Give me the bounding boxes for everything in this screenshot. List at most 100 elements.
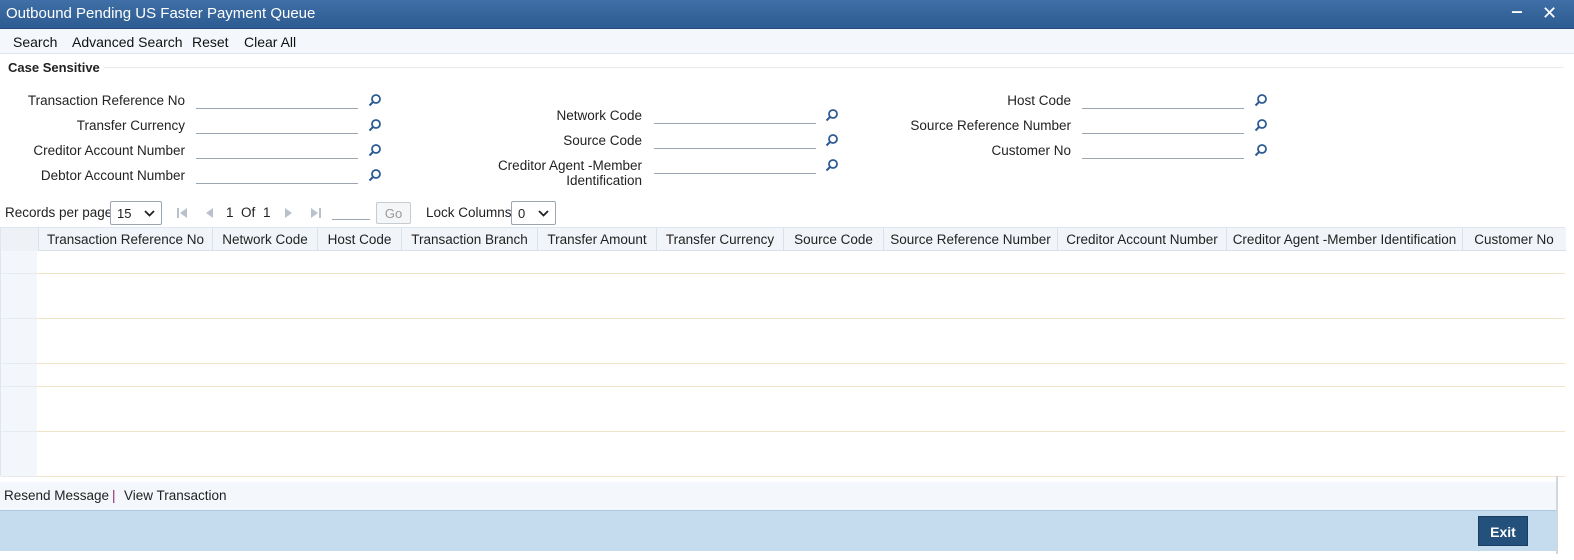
grid-select-all-cell[interactable] (1, 228, 38, 251)
row-selector[interactable] (1, 386, 37, 410)
search-icon[interactable] (825, 108, 839, 122)
column-header[interactable]: Network Code (212, 228, 317, 251)
column-header[interactable]: Transfer Amount (537, 228, 656, 251)
search-icon[interactable] (825, 158, 839, 172)
action-separator: | (112, 488, 116, 503)
source-reference-number-label: Source Reference Number (910, 118, 1071, 133)
table-row[interactable] (37, 341, 1565, 365)
footer-bar (0, 510, 1556, 551)
row-selector[interactable] (1, 409, 37, 433)
creditor-agent-member-identification-label: Creditor Agent -Member Identification (497, 158, 642, 188)
table-row[interactable] (37, 296, 1565, 320)
view-transaction-link[interactable]: View Transaction (124, 488, 227, 503)
debtor-account-number-input[interactable] (196, 166, 358, 184)
total-pages: 1 (263, 205, 271, 220)
reset-menu-item[interactable]: Reset (192, 34, 229, 50)
source-code-label: Source Code (563, 133, 642, 148)
results-grid: Transaction Reference No Network Code Ho… (0, 227, 1566, 478)
row-selector[interactable] (1, 273, 37, 297)
search-icon[interactable] (368, 168, 382, 182)
column-header[interactable]: Transfer Currency (656, 228, 783, 251)
column-header[interactable]: Creditor Agent -Member Identification (1226, 228, 1462, 251)
network-code-input[interactable] (654, 106, 816, 124)
search-icon[interactable] (825, 133, 839, 147)
table-row[interactable] (37, 386, 1565, 410)
customer-no-label: Customer No (991, 143, 1071, 158)
search-icon[interactable] (1254, 118, 1268, 132)
source-code-input[interactable] (654, 131, 816, 149)
table-row[interactable] (37, 454, 1565, 478)
pagination-bar: Records per page 15 1 Of 1 Lock Columns … (0, 199, 1574, 227)
transfer-currency-label: Transfer Currency (76, 118, 185, 133)
column-header[interactable]: Source Code (783, 228, 883, 251)
transfer-currency-input[interactable] (196, 116, 358, 134)
section-title: Case Sensitive (8, 60, 100, 75)
lock-columns-value: 0 (518, 206, 526, 221)
first-page-icon[interactable] (176, 207, 188, 219)
row-selector[interactable] (1, 341, 37, 365)
network-code-label: Network Code (556, 108, 642, 123)
records-per-page-label: Records per page (5, 205, 113, 220)
creditor-account-number-label: Creditor Account Number (33, 143, 185, 158)
window-title: Outbound Pending US Faster Payment Queue (6, 5, 316, 22)
menu-bar: Search Advanced Search Reset Clear All (0, 29, 1574, 54)
table-row[interactable] (37, 409, 1565, 433)
search-icon[interactable] (368, 118, 382, 132)
search-icon[interactable] (1254, 143, 1268, 157)
resend-message-link[interactable]: Resend Message (4, 488, 109, 503)
column-header[interactable]: Host Code (317, 228, 401, 251)
table-row[interactable] (37, 431, 1565, 455)
creditor-agent-member-identification-input[interactable] (654, 156, 816, 174)
next-page-icon[interactable] (284, 207, 294, 219)
row-selector[interactable] (1, 318, 37, 342)
chevron-down-icon (538, 210, 549, 217)
exit-button[interactable]: Exit (1478, 516, 1528, 546)
clear-all-menu-item[interactable]: Clear All (244, 34, 296, 50)
column-header[interactable]: Customer No (1462, 228, 1565, 251)
previous-page-icon[interactable] (204, 207, 214, 219)
close-icon[interactable]: ✕ (1542, 3, 1557, 24)
chevron-down-icon (144, 210, 155, 217)
transaction-reference-no-input[interactable] (196, 91, 358, 109)
current-page: 1 (226, 205, 234, 220)
search-icon[interactable] (368, 93, 382, 107)
row-selector[interactable] (1, 364, 37, 387)
row-selector[interactable] (1, 251, 37, 274)
column-header[interactable]: Transaction Reference No (38, 228, 212, 251)
host-code-input[interactable] (1082, 91, 1244, 109)
lock-columns-label: Lock Columns (426, 205, 512, 220)
last-page-icon[interactable] (310, 207, 322, 219)
table-row[interactable] (37, 364, 1565, 387)
column-header[interactable]: Transaction Branch (401, 228, 537, 251)
records-per-page-value: 15 (117, 206, 132, 221)
host-code-label: Host Code (1007, 93, 1071, 108)
row-selector[interactable] (1, 431, 37, 455)
records-per-page-select[interactable]: 15 (110, 201, 162, 225)
page-number-input[interactable] (332, 219, 370, 220)
creditor-account-number-input[interactable] (196, 141, 358, 159)
minimize-icon[interactable]: ‒ (1512, 1, 1522, 22)
table-row[interactable] (37, 251, 1565, 274)
column-header[interactable]: Source Reference Number (883, 228, 1057, 251)
go-button[interactable]: Go (376, 202, 411, 224)
section-divider (104, 67, 1564, 68)
lock-columns-select[interactable]: 0 (511, 201, 556, 225)
table-row[interactable] (37, 318, 1565, 342)
search-icon[interactable] (1254, 93, 1268, 107)
of-label: Of (241, 205, 256, 220)
window-titlebar: Outbound Pending US Faster Payment Queue… (0, 0, 1574, 29)
row-selector[interactable] (1, 296, 37, 320)
search-menu-item[interactable]: Search (13, 34, 57, 50)
search-icon[interactable] (368, 143, 382, 157)
customer-no-input[interactable] (1082, 141, 1244, 159)
row-selector[interactable] (1, 454, 37, 478)
source-reference-number-input[interactable] (1082, 116, 1244, 134)
transaction-reference-no-label: Transaction Reference No (27, 93, 185, 108)
column-header[interactable]: Creditor Account Number (1057, 228, 1226, 251)
table-row[interactable] (37, 273, 1565, 297)
action-bar: Resend Message | View Transaction (0, 482, 1556, 510)
advanced-search-menu-item[interactable]: Advanced Search (72, 34, 183, 50)
vertical-scrollbar[interactable] (1556, 476, 1558, 554)
grid-header-row: Transaction Reference No Network Code Ho… (1, 228, 1566, 251)
debtor-account-number-label: Debtor Account Number (40, 168, 185, 183)
